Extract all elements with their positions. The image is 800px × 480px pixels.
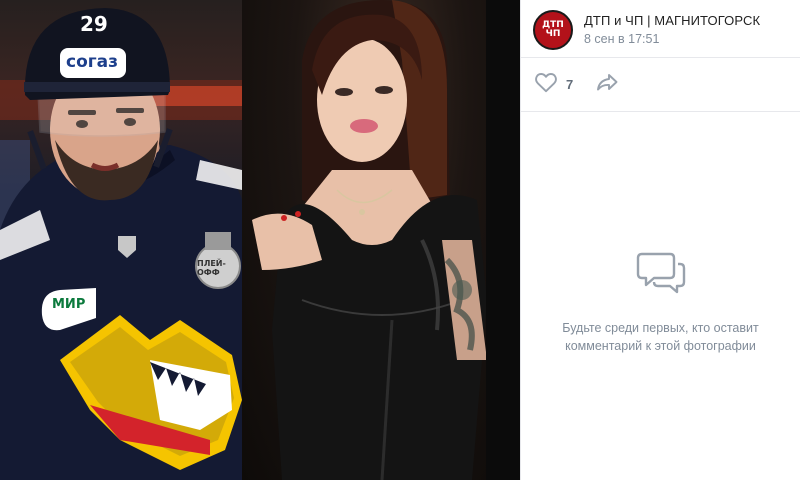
heart-icon <box>534 71 558 98</box>
comment-bubbles-icon <box>636 250 686 301</box>
like-button[interactable]: 7 <box>534 71 573 98</box>
share-icon <box>595 71 619 98</box>
comments-empty-state: Будьте среди первых, кто оставит коммент… <box>521 250 800 355</box>
player-number: 29 <box>80 12 108 36</box>
photo-right-panel <box>242 0 520 480</box>
post-sidebar: ДТП ЧП ДТП и ЧП | МАГНИТОГОРСК 8 сен в 1… <box>520 0 800 480</box>
community-name-link[interactable]: ДТП и ЧП | МАГНИТОГОРСК <box>584 13 760 28</box>
photo-edge-shadow <box>486 0 520 480</box>
post-actions: 7 <box>521 58 800 112</box>
post-header: ДТП ЧП ДТП и ЧП | МАГНИТОГОРСК 8 сен в 1… <box>521 0 800 58</box>
photo-left-panel: 29 согаз МИР ПЛЕЙ-ОФФ <box>0 0 242 480</box>
post-photo[interactable]: 29 согаз МИР ПЛЕЙ-ОФФ <box>0 0 520 480</box>
like-count: 7 <box>566 77 574 92</box>
post-date[interactable]: 8 сен в 17:51 <box>584 32 760 46</box>
author-block: ДТП и ЧП | МАГНИТОГОРСК 8 сен в 17:51 <box>584 10 760 46</box>
hockey-player-image <box>0 8 242 480</box>
avatar-text-bottom: ЧП <box>545 29 561 39</box>
photo-viewer: 29 согаз МИР ПЛЕЙ-ОФФ ДТП ЧП ДТП и ЧП | … <box>0 0 800 480</box>
playoff-patch-text: ПЛЕЙ-ОФФ <box>197 259 226 277</box>
community-avatar[interactable]: ДТП ЧП <box>533 10 573 50</box>
helmet-sponsor: согаз <box>66 52 118 72</box>
comments-empty-message: Будьте среди первых, кто оставит коммент… <box>562 321 759 353</box>
chest-sponsor: МИР <box>52 297 86 312</box>
woman-portrait-image <box>252 0 487 480</box>
share-button[interactable] <box>595 71 619 98</box>
